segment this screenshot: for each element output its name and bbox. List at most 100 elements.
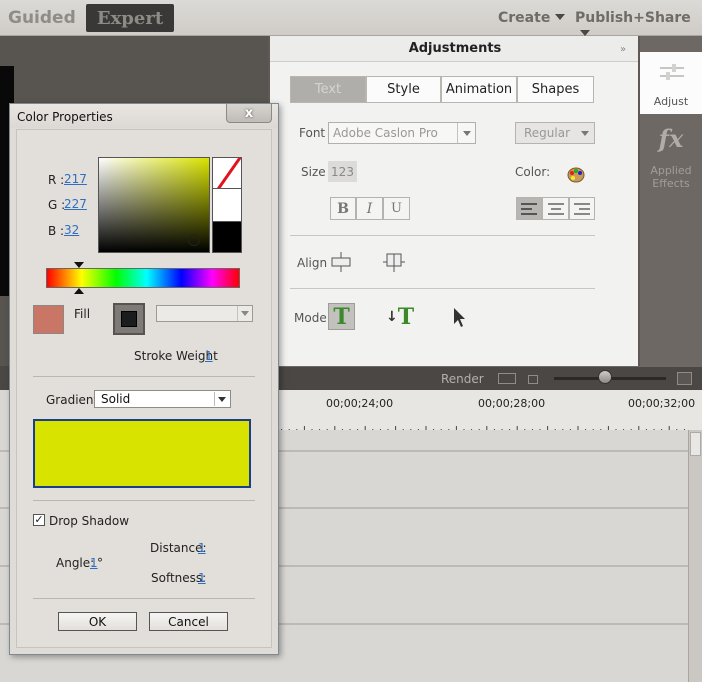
align-right-button[interactable]: [569, 197, 595, 220]
dialog-close-button[interactable]: x: [226, 104, 272, 123]
divider: [290, 235, 595, 236]
text-mode-t-icon: T: [333, 303, 350, 330]
distance-value[interactable]: 1: [198, 541, 206, 555]
stroke-style-dropdown[interactable]: [156, 305, 253, 322]
font-weight-value: Regular: [524, 126, 571, 140]
size-label: Size: [301, 165, 326, 179]
stroke-weight-value[interactable]: 1: [205, 349, 213, 363]
create-menu-label: Create: [498, 10, 551, 26]
align-label: Align: [297, 256, 328, 270]
fill-color-swatch[interactable]: [33, 305, 64, 334]
ruler-tick-label: 00;00;24;00: [326, 397, 394, 410]
zoom-out-icon[interactable]: [528, 375, 538, 384]
chevron-down-icon: [457, 123, 475, 143]
hue-pointer-bottom[interactable]: [74, 288, 84, 294]
vertical-text-mode-button[interactable]: ↓ T: [386, 303, 414, 331]
gradient-select-value: Solid: [101, 392, 131, 406]
hue-slider[interactable]: [46, 268, 240, 288]
collapse-panel-icon[interactable]: »: [620, 44, 626, 55]
angle-label: Angle:: [56, 556, 95, 570]
align-center-button[interactable]: [542, 197, 569, 220]
no-color-swatch[interactable]: [212, 157, 242, 189]
align-left-button[interactable]: [516, 197, 542, 220]
applied-label-line2: Effects: [652, 177, 690, 190]
align-vertical-center-icon[interactable]: [382, 250, 406, 274]
blue-label: B :: [48, 224, 65, 238]
gradient-preview[interactable]: [33, 419, 251, 488]
stroke-color-swatch[interactable]: [113, 303, 145, 335]
gradient-select[interactable]: Solid: [94, 390, 231, 408]
color-label: Color:: [515, 165, 551, 179]
underline-button[interactable]: U: [383, 197, 410, 220]
track-divider: [270, 623, 688, 625]
drop-shadow-checkbox[interactable]: ✓: [33, 514, 45, 526]
blue-value[interactable]: 32: [64, 223, 79, 237]
sliders-icon: [660, 64, 684, 80]
gradient-label: Gradient: [46, 393, 99, 407]
guided-mode-tab[interactable]: Guided: [8, 4, 76, 32]
white-swatch[interactable]: [212, 189, 242, 221]
align-left-icon: [521, 202, 537, 215]
track-divider: [270, 450, 688, 452]
divider: [33, 500, 255, 501]
black-swatch[interactable]: [212, 221, 242, 253]
align-right-icon: [574, 202, 590, 215]
fx-icon: fx: [658, 124, 684, 153]
italic-button[interactable]: I: [356, 197, 383, 220]
mode-label: Mode: [294, 311, 327, 325]
red-value[interactable]: 217: [64, 172, 87, 186]
tab-animation[interactable]: Animation: [441, 76, 517, 103]
adjust-label: Adjust: [653, 95, 689, 108]
font-label: Font: [299, 126, 326, 140]
publish-share-label: Publish+Share: [575, 10, 691, 26]
tab-shapes[interactable]: Shapes: [517, 76, 594, 103]
scrollbar-thumb[interactable]: [690, 432, 701, 456]
adjustments-title: Adjustments: [408, 41, 502, 56]
applied-effects-button[interactable]: fx Applied Effects: [640, 116, 702, 206]
divider: [33, 376, 255, 377]
arrow-down-icon: ↓: [386, 309, 398, 325]
fill-label: Fill: [74, 307, 91, 321]
divider: [290, 288, 595, 289]
red-label: R :: [48, 173, 65, 187]
divider: [33, 598, 255, 599]
ok-button[interactable]: OK: [58, 612, 137, 631]
selection-arrow-icon[interactable]: [452, 306, 468, 328]
fit-timeline-icon[interactable]: [498, 373, 516, 384]
bold-button[interactable]: B: [330, 197, 356, 220]
tab-style[interactable]: Style: [366, 76, 441, 103]
font-select[interactable]: Adobe Caslon Pro: [328, 122, 476, 144]
timeline-vertical-scrollbar[interactable]: [688, 430, 702, 682]
angle-unit: °: [97, 556, 103, 570]
chevron-down-icon: [576, 123, 594, 143]
tab-text[interactable]: Text: [290, 76, 366, 103]
color-picker-cursor[interactable]: [188, 234, 200, 246]
cancel-button[interactable]: Cancel: [149, 612, 228, 631]
drop-shadow-label: Drop Shadow: [49, 514, 130, 528]
align-horizontal-center-icon[interactable]: [329, 251, 353, 273]
timeline-tracks: [270, 430, 702, 682]
create-menu[interactable]: Create: [498, 10, 566, 26]
chevron-down-icon: [237, 306, 252, 321]
expert-mode-tab[interactable]: Expert: [86, 4, 174, 32]
track-divider: [270, 507, 688, 509]
align-center-icon: [547, 202, 564, 215]
size-field[interactable]: 123: [328, 161, 357, 182]
softness-value[interactable]: 1: [198, 571, 206, 585]
zoom-slider-handle[interactable]: [598, 370, 612, 384]
chevron-down-icon: [214, 392, 229, 406]
vertical-text-t-icon: T: [397, 304, 415, 330]
applied-label-line1: Applied: [650, 164, 692, 177]
zoom-in-icon[interactable]: [677, 372, 692, 385]
color-palette-icon[interactable]: [567, 166, 585, 183]
adjust-button[interactable]: Adjust: [640, 52, 702, 114]
font-select-value: Adobe Caslon Pro: [333, 126, 438, 140]
green-value[interactable]: 227: [64, 197, 87, 211]
chevron-down-icon: [555, 14, 566, 20]
applied-effects-label: Applied Effects: [640, 164, 702, 190]
green-label: G :: [48, 198, 66, 212]
render-button[interactable]: Render: [441, 372, 484, 386]
track-divider: [270, 565, 688, 567]
font-weight-select[interactable]: Regular: [515, 122, 595, 144]
text-mode-button[interactable]: T: [328, 303, 355, 330]
